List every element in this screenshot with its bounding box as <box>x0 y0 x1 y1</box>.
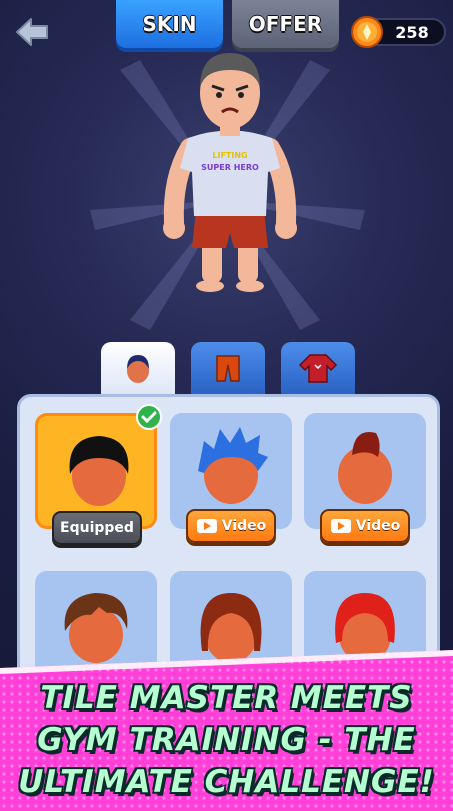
hair-blue-spiky-head <box>198 427 268 504</box>
promo-line-1: TILE MASTER MEETS <box>40 679 413 716</box>
shirt-text-2: SUPER HERO <box>201 163 259 172</box>
shirt-icon <box>298 354 338 383</box>
video-button-2[interactable]: Video <box>186 509 276 543</box>
item-cell-3[interactable]: Video <box>304 413 426 543</box>
video-button-3[interactable]: Video <box>320 509 410 543</box>
pants-icon <box>216 355 240 382</box>
character-preview: LIFTING SUPER HERO <box>163 53 297 292</box>
promo-line-2: GYM TRAINING - THE <box>37 721 416 758</box>
promo-text: TILE MASTER MEETS GYM TRAINING - THE ULT… <box>0 672 453 807</box>
hair-red-mohawk-head <box>338 431 392 504</box>
back-arrow-icon[interactable] <box>14 14 50 50</box>
equipped-button: Equipped <box>52 511 142 545</box>
tab-skin[interactable]: SKIN <box>116 0 223 48</box>
coin-icon <box>351 16 383 48</box>
video-label: Video <box>355 518 401 534</box>
category-tab-head[interactable] <box>101 342 175 394</box>
game-screen: SKIN OFFER 258 LIFTING SUPER HERO Equipp… <box>0 0 453 811</box>
hair-short-black-head <box>69 436 129 506</box>
head-icon <box>127 355 149 383</box>
category-tab-pants[interactable] <box>191 342 265 394</box>
tab-offer[interactable]: OFFER <box>232 0 339 48</box>
tab-skin-label: SKIN <box>142 12 197 36</box>
item-cell-2[interactable]: Video <box>170 413 292 543</box>
video-icon <box>330 519 351 533</box>
video-label: Video <box>221 518 267 534</box>
equipped-label: Equipped <box>60 520 134 536</box>
video-icon <box>196 519 217 533</box>
promo-line-3: ULTIMATE CHALLENGE! <box>18 763 435 800</box>
tab-offer-label: OFFER <box>248 12 323 36</box>
shirt-text-1: LIFTING <box>212 151 247 160</box>
item-cell-1[interactable]: Equipped <box>35 413 157 545</box>
coin-count: 258 <box>395 22 429 42</box>
category-tab-shirt[interactable] <box>281 342 355 394</box>
check-icon <box>136 404 162 430</box>
